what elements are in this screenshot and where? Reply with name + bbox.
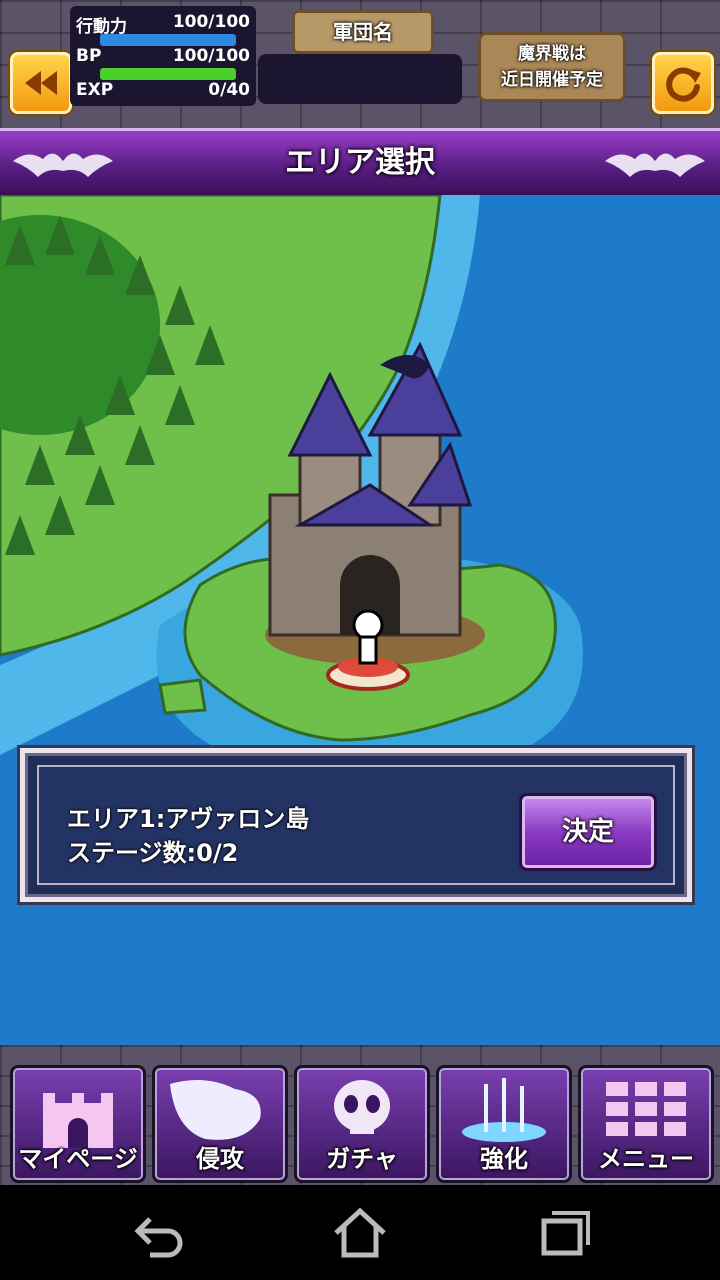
area-name: エリア1:アヴァロン島	[67, 805, 310, 833]
title-banner: エリア選択	[0, 128, 720, 198]
stamina-value: 100/100	[172, 12, 250, 32]
decide-button[interactable]: 決定	[519, 793, 657, 871]
player-stats: 行動力 100/100 BP 100/100 EXP 0/40	[70, 6, 256, 106]
page-title: エリア選択	[285, 145, 435, 180]
skull-icon	[334, 1080, 390, 1134]
stamina-bar	[100, 34, 236, 46]
nav-invade-label: 侵攻	[196, 1145, 244, 1173]
bp-value: 100/100	[172, 46, 250, 66]
nav-invade[interactable]: 侵攻	[152, 1065, 288, 1183]
legion-label: 軍団名	[292, 10, 434, 54]
bp-bar	[100, 68, 236, 80]
event-notice: 魔界戦は 近日開催予定	[478, 32, 626, 102]
exp-value: 0/40	[208, 80, 250, 100]
nav-enhance-label: 強化	[480, 1145, 528, 1173]
nav-mypage-label: マイページ	[18, 1145, 138, 1173]
world-map[interactable]	[0, 195, 720, 1045]
nav-gacha-label: ガチャ	[326, 1145, 398, 1173]
portal-icon	[462, 1078, 546, 1142]
back-icon[interactable]	[130, 1205, 190, 1261]
area-info-panel: エリア1:アヴァロン島 ステージ数:0/2 決定	[20, 748, 692, 902]
nav-enhance[interactable]: 強化	[436, 1065, 572, 1183]
event-line-1: 魔界戦は	[518, 44, 586, 64]
nav-gacha[interactable]: ガチャ	[294, 1065, 430, 1183]
grid-icon	[606, 1082, 686, 1136]
nav-menu-label: メニュー	[598, 1145, 694, 1173]
rewind-icon	[25, 71, 57, 95]
exp-label: EXP	[76, 80, 114, 100]
top-hud: 行動力 100/100 BP 100/100 EXP 0/40 軍団名 魔界戦は…	[0, 0, 720, 128]
stage-count: ステージ数:0/2	[67, 839, 239, 867]
castle-icon	[43, 1093, 113, 1148]
bp-label: BP	[76, 46, 102, 66]
nav-menu[interactable]: メニュー	[578, 1065, 714, 1183]
system-nav-bar	[0, 1185, 720, 1280]
legion-name-field	[258, 54, 462, 104]
back-button[interactable]	[10, 52, 72, 114]
refresh-button[interactable]	[652, 52, 714, 114]
map-icon	[170, 1080, 261, 1140]
bottom-nav: マイページ 侵攻 ガチャ 強化 メニュー	[0, 1045, 720, 1185]
nav-mypage[interactable]: マイページ	[10, 1065, 146, 1183]
home-icon[interactable]	[330, 1205, 390, 1261]
recents-icon[interactable]	[530, 1205, 590, 1261]
refresh-icon	[666, 67, 701, 102]
map-art	[0, 195, 720, 1045]
event-line-2: 近日開催予定	[501, 70, 603, 90]
